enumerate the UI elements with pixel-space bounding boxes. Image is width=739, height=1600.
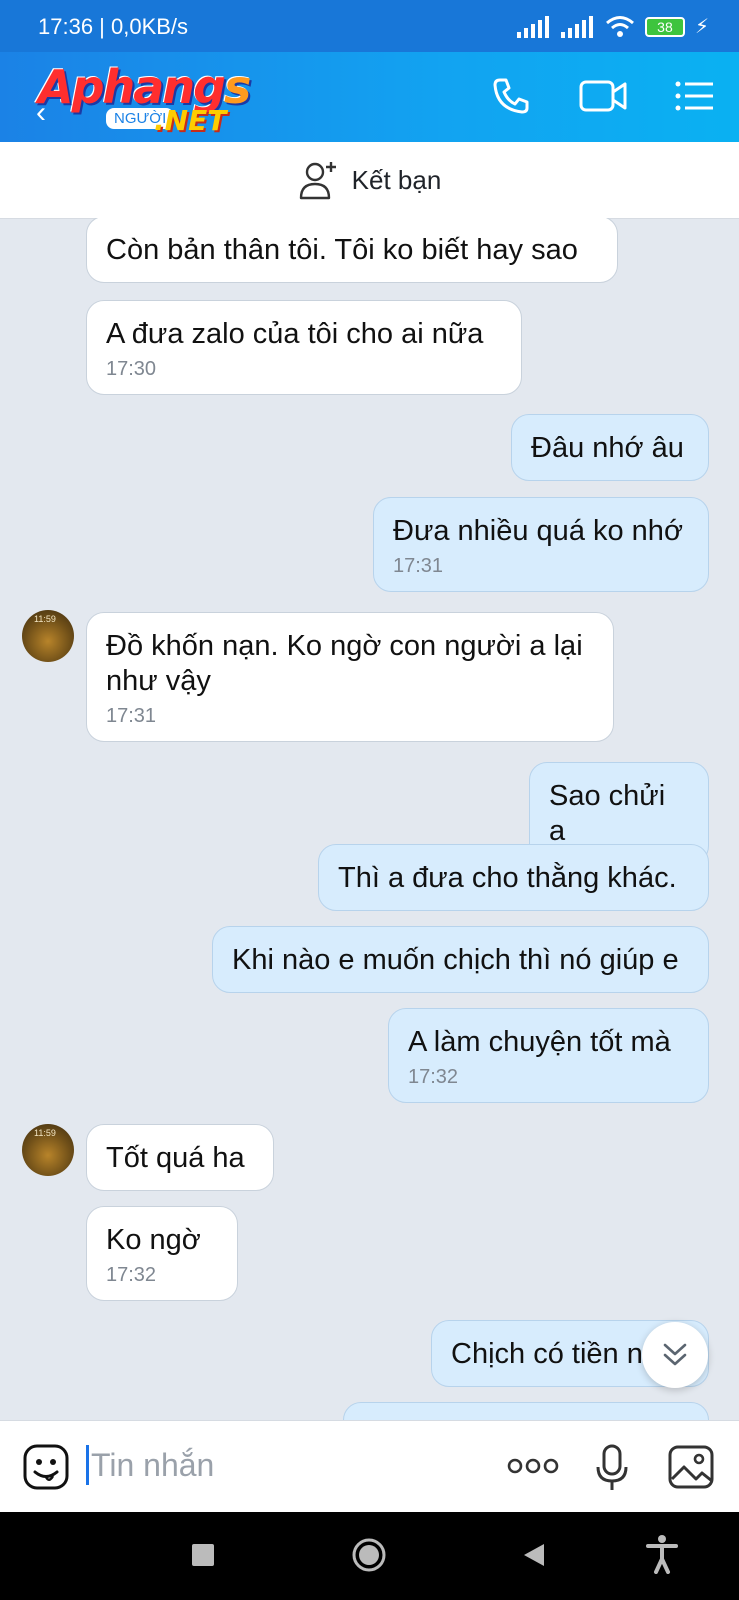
image-button[interactable] [668,1445,714,1489]
message-bubble-incoming[interactable]: Ko ngờ 17:32 [86,1206,238,1301]
message-text: Còn bản thân tôi. Tôi ko biết hay sao [106,234,578,266]
message-bubble-outgoing[interactable]: A làm chuyện tốt mà 17:32 [388,1008,709,1103]
logo-net: .NET [154,104,227,137]
message-text: Đưa nhiều quá ko nhớ [393,515,683,547]
contact-avatar[interactable]: 11:59 [22,1124,74,1176]
status-time: 17:36 | 0,0KB/s [38,14,189,39]
message-text: Tốt quá ha [106,1142,245,1174]
menu-button[interactable] [671,72,719,120]
video-call-button[interactable] [579,72,627,120]
message-text: Ko ngờ [106,1224,201,1256]
message-text: Khi nào e muốn chịch thì nó giúp e [232,944,679,976]
status-bar: 17:36 | 0,0KB/s 38 ⚡ [0,0,739,52]
message-text: Đồ khốn nạn. Ko ngờ con người a lại như … [106,630,583,697]
chat-area[interactable]: Còn bản thân tôi. Tôi ko biết hay sao A … [0,218,739,1420]
message-time: 17:30 [106,358,157,380]
emoji-button[interactable] [22,1443,70,1491]
add-friend-bar[interactable]: Kết bạn [0,142,739,219]
message-text: Sao chửi a [549,780,666,847]
image-icon [668,1445,714,1489]
message-bubble-outgoing[interactable]: Thì a đưa cho thằng khác. [318,844,709,911]
more-options-button[interactable] [506,1451,560,1481]
text-cursor [86,1445,89,1485]
double-chevron-down-icon [663,1343,687,1366]
message-time: 17:31 [106,705,157,727]
message-bubble-incoming[interactable]: Tốt quá ha [86,1124,274,1191]
charging-icon: ⚡ [694,16,709,38]
message-bubble-incoming[interactable]: Còn bản thân tôi. Tôi ko biết hay sao [86,218,618,283]
message-time: 17:31 [393,555,444,577]
message-time: 17:32 [106,1264,157,1286]
signal-icon [516,15,549,38]
back-triangle-icon [524,1544,544,1566]
home-circle-icon [352,1538,386,1572]
message-time: 17:32 [408,1066,459,1088]
list-menu-icon [675,81,713,111]
add-user-icon [299,162,336,200]
logo: ‹ Aphangs NGƯỜI .NET [36,60,266,140]
phone-icon [493,78,529,114]
message-text: Chịch có tiền n [451,1338,643,1370]
app-bar: ‹ Aphangs NGƯỜI .NET [0,52,739,142]
message-bubble-outgoing-partial[interactable] [343,1402,709,1420]
battery-icon: 38 [644,16,685,37]
message-bubble-incoming[interactable]: Đồ khốn nạn. Ko ngờ con người a lại như … [86,612,614,742]
wifi-icon [605,15,634,37]
message-input-placeholder: Tin nhắn [91,1446,215,1483]
add-friend-label: Kết bạn [351,164,442,195]
message-bubble-outgoing[interactable]: Khi nào e muốn chịch thì nó giúp e [212,926,709,993]
system-navigation-bar [0,1512,739,1600]
message-bubble-outgoing[interactable]: Đưa nhiều quá ko nhớ 17:31 [373,497,709,592]
avatar-time: 11:59 [34,614,56,624]
contact-avatar[interactable]: 11:59 [22,610,74,662]
accessibility-button[interactable] [646,1534,678,1574]
message-bubble-outgoing[interactable]: Đâu nhớ âu [511,414,709,481]
scroll-to-bottom-button[interactable] [642,1322,708,1388]
message-text: Thì a đưa cho thằng khác. [338,862,677,894]
message-composer: Tin nhắn [0,1420,739,1513]
message-text: Đâu nhớ âu [531,432,684,464]
home-button[interactable] [352,1538,386,1572]
status-icons: 38 ⚡ [516,14,709,39]
logo-brand-end: s [224,60,251,114]
call-button[interactable] [487,72,535,120]
header-actions [487,72,719,120]
recent-apps-button[interactable] [192,1544,214,1566]
message-input[interactable]: Tin nhắn [86,1445,214,1485]
signal-icon [560,15,593,38]
message-text: A đưa zalo của tôi cho ai nữa [106,318,484,350]
more-dots-icon [507,1458,559,1474]
voice-record-button[interactable] [594,1443,630,1493]
battery-level: 38 [657,18,673,35]
microphone-icon [596,1444,628,1490]
video-camera-icon [579,80,627,112]
sticker-emoji-icon [23,1444,69,1490]
back-button[interactable] [522,1542,546,1568]
accessibility-icon [646,1535,678,1574]
avatar-time: 11:59 [34,1128,56,1138]
message-bubble-incoming[interactable]: A đưa zalo của tôi cho ai nữa 17:30 [86,300,522,395]
message-text: A làm chuyện tốt mà [408,1026,671,1058]
